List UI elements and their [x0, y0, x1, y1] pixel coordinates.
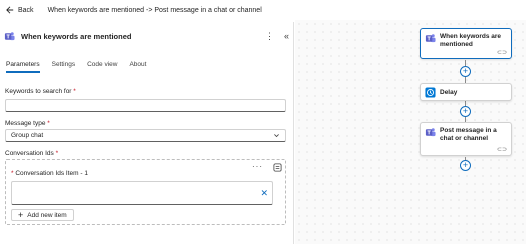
add-new-item-button[interactable]: + Add new item — [11, 209, 74, 221]
more-options-icon[interactable]: ··· — [252, 162, 263, 171]
message-type-value: Group chat — [11, 132, 44, 139]
array-item-label-text: Conversation Ids Item - 1 — [15, 170, 88, 177]
link-icon: ⊂⊃ — [496, 50, 507, 56]
tab-about[interactable]: About — [129, 61, 146, 73]
flow-title: When keywords are mentioned -> Post mess… — [47, 6, 262, 14]
plus-icon: + — [18, 209, 24, 220]
keywords-label: Keywords to search for * — [5, 88, 76, 95]
panel-title: When keywords are mentioned — [21, 31, 132, 41]
remove-item-icon[interactable]: ✕ — [260, 188, 268, 199]
designer-canvas[interactable]: When keywords are mentioned ⊂⊃ + Delay +… — [295, 20, 526, 244]
array-item-label: * Conversation Ids Item - 1 — [11, 170, 88, 177]
chevron-down-icon — [274, 134, 279, 138]
required-mark: * — [47, 120, 50, 127]
top-bar: Back When keywords are mentioned -> Post… — [0, 0, 526, 20]
add-new-item-label: Add new item — [27, 211, 67, 219]
delay-node-label: Delay — [440, 89, 458, 96]
panel-header: When keywords are mentioned ⋮ « — [4, 28, 289, 44]
required-mark: * — [73, 88, 76, 95]
conversation-ids-label: Conversation Ids * — [5, 150, 58, 157]
post-message-node[interactable]: Post message in a chat or channel ⊂⊃ — [420, 122, 512, 156]
back-label: Back — [18, 6, 34, 14]
insert-step-button[interactable]: + — [460, 106, 471, 117]
teams-icon — [425, 128, 436, 137]
tab-code-view[interactable]: Code view — [87, 61, 117, 73]
required-mark: * — [11, 170, 14, 177]
required-mark: * — [55, 150, 59, 157]
teams-icon — [4, 31, 15, 40]
more-options-icon[interactable]: ⋮ — [265, 31, 274, 42]
link-icon: ⊂⊃ — [496, 147, 507, 153]
arrow-left-icon — [6, 6, 14, 14]
collapse-panel-icon[interactable]: « — [284, 31, 289, 41]
delay-icon — [425, 87, 436, 98]
panel-tabs: Parameters Settings Code view About — [6, 61, 146, 73]
message-type-label: Message type * — [5, 120, 50, 127]
add-step-button[interactable]: + — [460, 160, 471, 171]
switch-input-mode-icon[interactable] — [273, 163, 282, 172]
tab-settings[interactable]: Settings — [52, 61, 76, 73]
insert-step-button[interactable]: + — [460, 66, 471, 77]
keywords-input[interactable] — [5, 99, 286, 112]
teams-icon — [425, 34, 436, 43]
properties-panel: When keywords are mentioned ⋮ « Paramete… — [0, 22, 294, 244]
message-type-label-text: Message type — [5, 120, 46, 127]
back-button[interactable]: Back — [6, 6, 34, 14]
keywords-label-text: Keywords to search for — [5, 88, 72, 95]
conversation-id-item-input[interactable]: ✕ — [11, 181, 273, 205]
tab-parameters[interactable]: Parameters — [6, 61, 40, 73]
conversation-ids-array: * Conversation Ids Item - 1 ··· ✕ + Add … — [5, 159, 286, 225]
conversation-ids-label-text: Conversation Ids — [5, 150, 54, 157]
trigger-node[interactable]: When keywords are mentioned ⊂⊃ — [420, 28, 512, 59]
delay-node[interactable]: Delay — [420, 83, 512, 101]
message-type-select[interactable]: Group chat — [5, 129, 286, 142]
